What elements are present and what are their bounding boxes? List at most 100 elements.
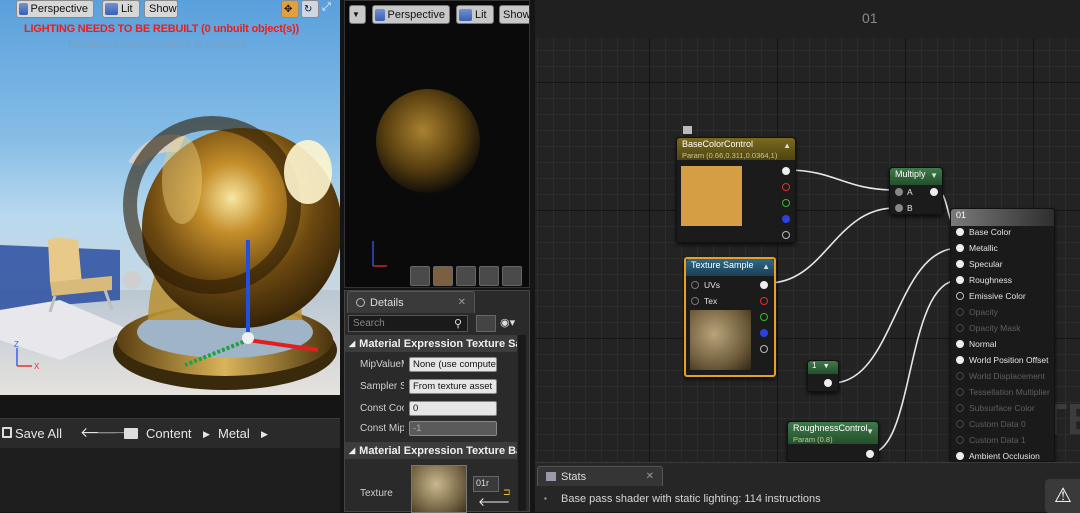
collapse-arrow-icon[interactable]: ▲	[762, 262, 770, 271]
result-pin-7[interactable]	[956, 340, 964, 348]
eye-icon[interactable]: ◉▾	[500, 316, 515, 329]
pin-a[interactable]	[782, 231, 790, 239]
svg-text:X: X	[34, 362, 40, 371]
details-scrollbar[interactable]	[518, 335, 526, 511]
multiply-title: Multiply	[895, 169, 926, 179]
constant-out-pin[interactable]	[824, 379, 832, 387]
use-selected-arrow-icon[interactable]: 🡐	[478, 494, 510, 509]
result-pin-6[interactable]	[956, 324, 964, 332]
roughness-out-pin[interactable]	[866, 450, 874, 458]
show-button[interactable]: Show	[144, 0, 178, 18]
lit-button[interactable]: Lit	[102, 0, 140, 18]
base-color-control-node[interactable]: BaseColorControl Param (0.66,0.311,0.036…	[676, 137, 796, 243]
preview-lit-button[interactable]: Lit	[456, 5, 494, 24]
pin-a-out[interactable]	[760, 345, 768, 353]
cylinder-shape-button[interactable]	[410, 266, 430, 286]
svg-text:Z: Z	[14, 340, 19, 349]
preview-show-button[interactable]: Show	[499, 5, 529, 24]
result-pin-12[interactable]	[956, 420, 964, 428]
texture-sample-title: Texture Sample	[691, 260, 754, 270]
pin-r[interactable]	[782, 183, 790, 191]
roughness-node-title: RoughnessControl	[793, 423, 868, 433]
tab-details[interactable]: Details ✕	[347, 291, 475, 313]
pin-a-in[interactable]	[895, 188, 903, 196]
lit-icon	[105, 3, 118, 15]
transform-gizmo-button[interactable]: ✥	[281, 0, 299, 18]
result-pin-8[interactable]	[956, 356, 964, 364]
const-mip-input[interactable]: -1	[409, 421, 497, 436]
texture-thumbnail[interactable]	[411, 465, 467, 513]
result-pin-3[interactable]	[956, 276, 964, 284]
pin-tex-in[interactable]	[691, 297, 699, 305]
pin-b-out[interactable]	[760, 329, 768, 337]
material-preview[interactable]: ▼ Perspective Lit Show	[344, 0, 530, 288]
pin-r-out[interactable]	[760, 297, 768, 305]
multiply-node[interactable]: Multiply ▼ A B	[889, 167, 943, 215]
mip-value-mode-select[interactable]: None (use computed mip)	[409, 357, 497, 372]
plane-shape-button[interactable]	[456, 266, 476, 286]
path-metal[interactable]: Metal	[218, 426, 250, 441]
preview-perspective-button[interactable]: Perspective	[372, 5, 450, 24]
details-panel: Details ✕ Search ⚲ ◉▾ ◢ Material Express…	[344, 290, 530, 513]
pin-rgb[interactable]	[782, 167, 790, 175]
save-all-button[interactable]: Save All	[15, 426, 62, 441]
section-texture-sample[interactable]: ◢ Material Expression Texture Sample	[345, 335, 517, 352]
prop-mip-value-mode-label: MipValueMode	[360, 359, 404, 370]
rotate-button[interactable]: ↻	[301, 0, 319, 18]
constant-node[interactable]: 1 ▼	[807, 360, 839, 392]
grid-view-icon[interactable]	[476, 315, 496, 332]
pin-uvs-label: UVs	[704, 280, 721, 290]
pin-a-label: A	[907, 187, 913, 197]
texture-asset-select[interactable]: 01r	[473, 476, 499, 492]
result-pin-0[interactable]	[956, 228, 964, 236]
result-pin-9[interactable]	[956, 372, 964, 380]
result-pin-2[interactable]	[956, 260, 964, 268]
tab-stats[interactable]: Stats ✕	[537, 466, 663, 486]
content-browser-area	[0, 448, 340, 512]
const-coordinate-input[interactable]: 0	[409, 401, 497, 416]
close-icon[interactable]: ✕	[458, 297, 466, 308]
section-texture-base[interactable]: ◢ Material Expression Texture Base	[345, 442, 517, 459]
result-pin-4[interactable]	[956, 292, 964, 300]
path-chevron-icon[interactable]: ▶	[261, 429, 268, 440]
material-result-node[interactable]: 01 Base Color Metallic Specular Roughness Em…	[950, 208, 1055, 462]
texture-sample-node[interactable]: Texture Sample ▲ UVs Tex	[684, 257, 776, 377]
close-icon[interactable]: ✕	[646, 471, 654, 482]
pin-g-out[interactable]	[760, 313, 768, 321]
bullet-icon: ▪	[544, 494, 547, 503]
prop-sampler-source-label: Sampler Source	[360, 381, 404, 392]
result-pin-10[interactable]	[956, 388, 964, 396]
pin-b-in[interactable]	[895, 204, 903, 212]
result-pin-1[interactable]	[956, 244, 964, 252]
preview-menu-button[interactable]: ▼	[349, 5, 366, 24]
path-content[interactable]: Content	[146, 426, 192, 441]
sphere-shape-button[interactable]	[433, 266, 453, 286]
collapse-arrow-icon[interactable]: ▲	[783, 141, 791, 150]
texture-preview	[690, 310, 751, 370]
material-graph[interactable]: 01 MATE BaseColorControl Param (0.66,0.3…	[535, 0, 1080, 462]
multiply-out-pin[interactable]	[930, 188, 938, 196]
comment-icon	[683, 126, 692, 134]
pin-b[interactable]	[782, 215, 790, 223]
warning-subtext: DisableAllScreenMessages' to suppress	[68, 40, 247, 51]
collapse-arrow-icon[interactable]: ▼	[866, 427, 874, 436]
collapse-arrow-icon[interactable]: ▼	[823, 363, 830, 370]
result-pin-label: Subsurface Color	[969, 403, 1035, 413]
perspective-button[interactable]: Perspective	[16, 0, 94, 18]
pin-rgb-out[interactable]	[760, 281, 768, 289]
pin-uvs-in[interactable]	[691, 281, 699, 289]
cube-shape-button[interactable]	[479, 266, 499, 286]
result-pin-14[interactable]	[956, 452, 964, 460]
result-pin-13[interactable]	[956, 436, 964, 444]
collapse-icon: ◢	[349, 339, 356, 348]
mesh-shape-button[interactable]	[502, 266, 522, 286]
pin-g[interactable]	[782, 199, 790, 207]
result-pin-11[interactable]	[956, 404, 964, 412]
collapse-arrow-icon[interactable]: ▼	[930, 171, 938, 180]
level-viewport[interactable]: Z X Perspective Lit Show ✥ ↻ ⤢ LIGHTING …	[0, 0, 340, 395]
sampler-source-select[interactable]: From texture asset	[409, 379, 497, 394]
roughness-control-node[interactable]: RoughnessControl Param (0.8) ▼	[787, 421, 879, 462]
result-pin-5[interactable]	[956, 308, 964, 316]
details-search-input[interactable]: Search	[348, 315, 468, 332]
maximize-icon[interactable]: ⤢	[322, 1, 331, 14]
